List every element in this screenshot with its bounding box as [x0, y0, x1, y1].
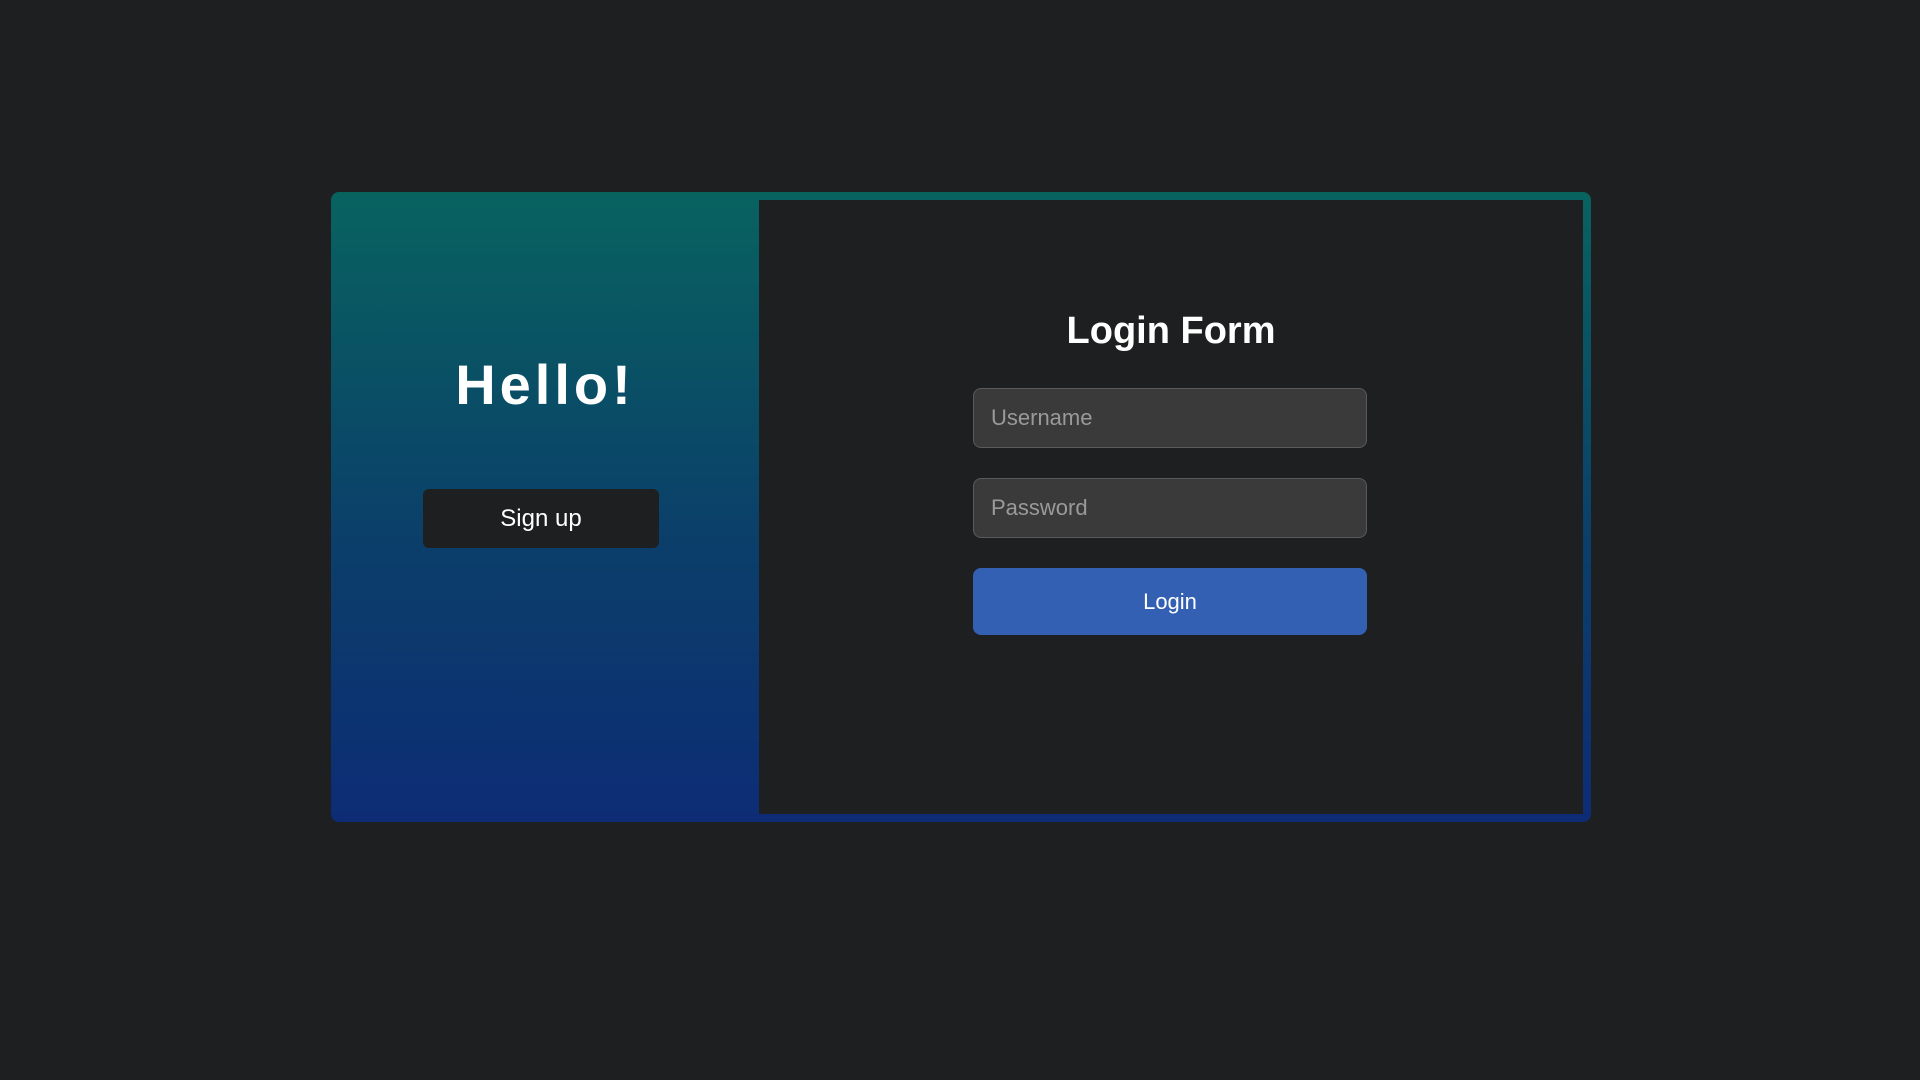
password-input[interactable] — [973, 478, 1367, 538]
welcome-panel: Hello! Sign up — [331, 192, 759, 822]
form-title: Login Form — [1066, 310, 1276, 352]
greeting-heading: Hello! — [455, 353, 635, 416]
username-input[interactable] — [973, 388, 1367, 448]
login-button[interactable]: Login — [973, 568, 1367, 635]
login-card: Hello! Sign up Login Form Login — [331, 192, 1591, 822]
signup-button[interactable]: Sign up — [423, 489, 659, 548]
login-form-panel: Login Form Login — [759, 200, 1583, 814]
